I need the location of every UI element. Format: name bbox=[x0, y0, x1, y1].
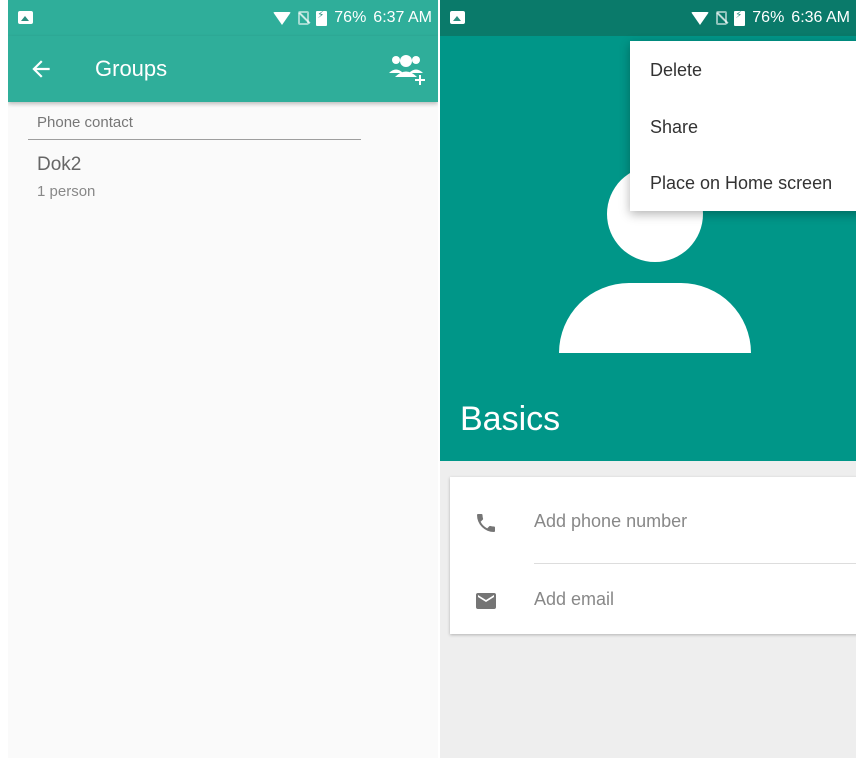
gallery-icon bbox=[450, 11, 465, 24]
phone-icon bbox=[477, 514, 495, 532]
page-title: Groups bbox=[95, 56, 168, 81]
groups-screen: 76% 6:37 AM Groups Phone contact Dok2 1 … bbox=[8, 0, 438, 758]
back-arrow-icon[interactable] bbox=[28, 56, 54, 82]
contact-info-card: Add phone number Add email bbox=[450, 477, 856, 634]
battery-percent: 76% bbox=[752, 9, 785, 26]
section-header: Phone contact bbox=[37, 114, 133, 131]
menu-item-share[interactable]: Share bbox=[630, 99, 856, 155]
add-email-row[interactable]: Add email bbox=[450, 563, 856, 635]
overflow-menu: Delete Share Place on Home screen bbox=[630, 41, 856, 211]
add-phone-row[interactable]: Add phone number bbox=[450, 485, 856, 564]
group-member-count: 1 person bbox=[37, 183, 96, 200]
no-sim-icon bbox=[716, 11, 728, 25]
header-title: Basics bbox=[460, 400, 561, 438]
wifi-icon bbox=[691, 11, 710, 25]
status-bar: 76% 6:36 AM bbox=[440, 0, 856, 36]
status-time: 6:37 AM bbox=[373, 9, 432, 26]
gallery-icon bbox=[18, 11, 33, 24]
status-bar: 76% 6:37 AM bbox=[8, 0, 438, 36]
group-name: Dok2 bbox=[37, 154, 82, 175]
avatar-placeholder-body bbox=[559, 283, 751, 353]
section-divider bbox=[28, 139, 361, 140]
battery-icon bbox=[734, 10, 746, 26]
battery-icon bbox=[316, 10, 328, 26]
menu-item-place-on-home-screen[interactable]: Place on Home screen bbox=[630, 155, 856, 211]
no-sim-icon bbox=[298, 11, 310, 25]
menu-item-delete[interactable]: Delete bbox=[630, 42, 856, 98]
email-icon bbox=[476, 593, 496, 609]
wifi-icon bbox=[273, 11, 292, 25]
battery-percent: 76% bbox=[334, 9, 367, 26]
status-time: 6:36 AM bbox=[791, 9, 850, 26]
app-bar: Groups bbox=[8, 36, 438, 102]
contact-editor-screen: 76% 6:36 AM Basics Add phone number Add … bbox=[440, 0, 856, 758]
phone-field[interactable]: Add phone number bbox=[534, 511, 687, 532]
list-item-group[interactable]: Dok2 1 person bbox=[28, 154, 368, 206]
email-field[interactable]: Add email bbox=[534, 589, 614, 610]
add-group-icon[interactable] bbox=[386, 51, 426, 87]
